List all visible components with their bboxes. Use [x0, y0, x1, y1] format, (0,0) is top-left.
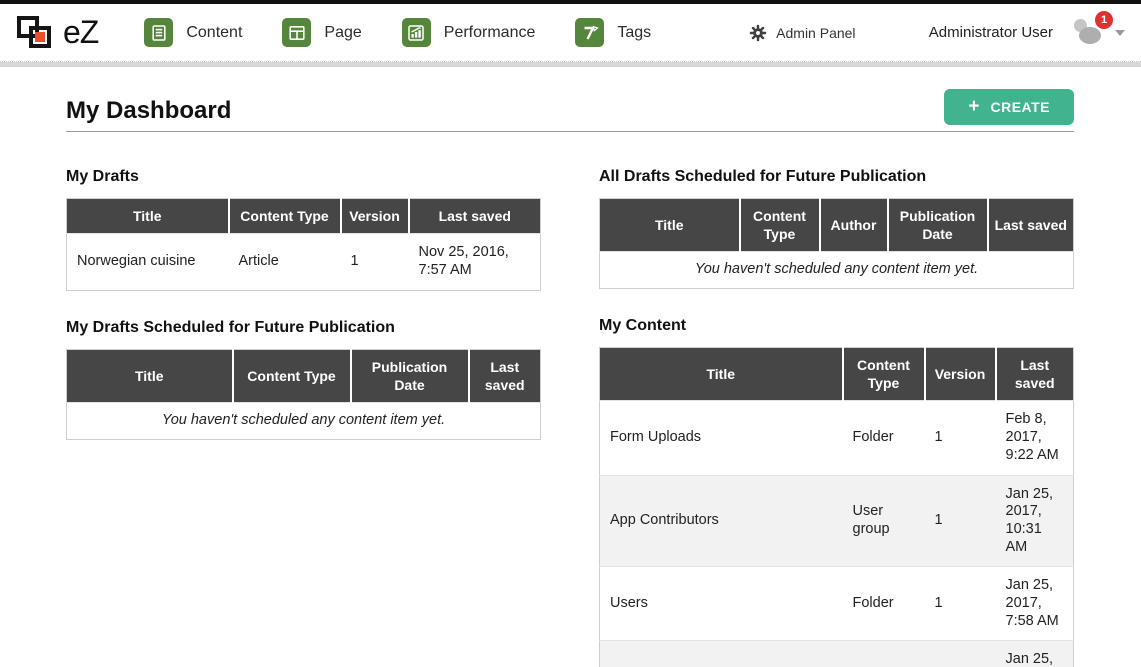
my-content-table: TitleContent TypeVersionLast saved Form … — [599, 347, 1074, 667]
navbar-shadow — [0, 62, 1141, 67]
table-cell: Nov 25, 2016, 7:57 AM — [409, 234, 541, 290]
column-header: Content Type — [740, 199, 820, 252]
empty-state-row: You haven't scheduled any content item y… — [600, 252, 1074, 289]
column-header: Publication Date — [351, 349, 469, 402]
table-row[interactable]: Norwegian cuisineArticle1Nov 25, 2016, 7… — [67, 234, 541, 290]
tags-icon — [575, 18, 604, 47]
column-header: Publication Date — [888, 199, 988, 252]
column-header: Title — [67, 349, 233, 402]
table-row[interactable]: Form UploadsFolder1Feb 8, 2017, 9:22 AM — [600, 401, 1074, 475]
top-navbar: eZ Content Page — [0, 4, 1141, 62]
table-cell: 1 — [925, 401, 996, 475]
notification-badge[interactable]: 1 — [1095, 11, 1113, 29]
table-header-row: TitleContent TypeVersionLast saved — [67, 199, 541, 234]
dashboard-grid: My Drafts TitleContent TypeVersionLast s… — [66, 168, 1074, 667]
nav-item-page[interactable]: Page — [282, 18, 361, 47]
table-row[interactable]: AppFolder1Jan 25, 2017, 7:55 AM — [600, 641, 1074, 667]
column-header: Last saved — [469, 349, 541, 402]
column-header: Title — [600, 199, 740, 252]
table-cell: Jan 25, 2017, 10:31 AM — [996, 475, 1074, 567]
page-title: My Dashboard — [66, 97, 231, 125]
table-cell: Jan 25, 2017, 7:55 AM — [996, 641, 1074, 667]
nav-label-performance: Performance — [444, 24, 536, 42]
plus-icon: + — [968, 100, 979, 114]
user-name: Administrator User — [929, 24, 1053, 41]
admin-panel-button[interactable]: Admin Panel — [749, 24, 855, 42]
gear-icon — [749, 24, 767, 42]
table-cell: 1 — [925, 567, 996, 641]
user-avatar[interactable]: 1 — [1069, 19, 1105, 47]
nav-item-tags[interactable]: Tags — [575, 18, 651, 47]
ez-logo-icon — [16, 14, 54, 52]
left-column: My Drafts TitleContent TypeVersionLast s… — [66, 168, 539, 440]
user-area: Administrator User 1 — [929, 19, 1125, 47]
table-header-row: TitleContent TypeVersionLast saved — [600, 348, 1074, 401]
dashboard-main: My Dashboard + CREATE My Drafts TitleCon… — [0, 89, 1141, 667]
table-cell: Form Uploads — [600, 401, 843, 475]
column-header: Last saved — [988, 199, 1074, 252]
table-row[interactable]: App ContributorsUser group1Jan 25, 2017,… — [600, 475, 1074, 567]
nav-label-page: Page — [324, 24, 361, 42]
column-header: Content Type — [229, 199, 341, 234]
user-menu-caret-icon[interactable] — [1115, 30, 1125, 36]
my-drafts-section: My Drafts TitleContent TypeVersionLast s… — [66, 168, 539, 291]
right-column: All Drafts Scheduled for Future Publicat… — [599, 168, 1073, 667]
table-cell: Feb 8, 2017, 9:22 AM — [996, 401, 1074, 475]
column-header: Content Type — [233, 349, 351, 402]
column-header: Content Type — [843, 348, 925, 401]
table-cell: Norwegian cuisine — [67, 234, 229, 290]
table-cell: 1 — [925, 475, 996, 567]
my-content-section: My Content TitleContent TypeVersionLast … — [599, 317, 1073, 667]
performance-icon — [402, 18, 431, 47]
content-icon — [144, 18, 173, 47]
empty-state-message: You haven't scheduled any content item y… — [67, 402, 541, 439]
create-button[interactable]: + CREATE — [944, 89, 1074, 125]
my-drafts-scheduled-table: TitleContent TypePublication DateLast sa… — [66, 349, 541, 440]
ez-logo[interactable]: eZ — [16, 14, 98, 52]
table-cell: Folder — [843, 641, 925, 667]
main-navigation: Content Page — [144, 18, 691, 47]
column-header: Author — [820, 199, 888, 252]
column-header: Version — [341, 199, 409, 234]
empty-state-row: You haven't scheduled any content item y… — [67, 402, 541, 439]
table-cell: Jan 25, 2017, 7:58 AM — [996, 567, 1074, 641]
table-cell: Users — [600, 567, 843, 641]
all-drafts-scheduled-section: All Drafts Scheduled for Future Publicat… — [599, 168, 1073, 289]
column-header: Title — [600, 348, 843, 401]
my-drafts-table: TitleContent TypeVersionLast saved Norwe… — [66, 198, 541, 291]
section-title-my-drafts: My Drafts — [66, 168, 539, 186]
table-cell: App — [600, 641, 843, 667]
section-title-my-content: My Content — [599, 317, 1073, 335]
table-cell: Folder — [843, 401, 925, 475]
section-title-all-drafts-scheduled: All Drafts Scheduled for Future Publicat… — [599, 168, 1073, 186]
nav-item-performance[interactable]: Performance — [402, 18, 536, 47]
column-header: Version — [925, 348, 996, 401]
table-header-row: TitleContent TypeAuthorPublication DateL… — [600, 199, 1074, 252]
nav-label-tags: Tags — [617, 24, 651, 42]
column-header: Last saved — [996, 348, 1074, 401]
table-cell: 1 — [341, 234, 409, 290]
empty-state-message: You haven't scheduled any content item y… — [600, 252, 1074, 289]
column-header: Title — [67, 199, 229, 234]
table-row[interactable]: UsersFolder1Jan 25, 2017, 7:58 AM — [600, 567, 1074, 641]
nav-label-content: Content — [186, 24, 242, 42]
page-icon — [282, 18, 311, 47]
page-header: My Dashboard + CREATE — [66, 89, 1074, 132]
logo-text: eZ — [63, 14, 98, 51]
table-cell: Folder — [843, 567, 925, 641]
table-cell: Article — [229, 234, 341, 290]
admin-panel-label: Admin Panel — [776, 25, 855, 41]
table-cell: User group — [843, 475, 925, 567]
nav-item-content[interactable]: Content — [144, 18, 242, 47]
table-cell: App Contributors — [600, 475, 843, 567]
table-cell: 1 — [925, 641, 996, 667]
section-title-my-drafts-scheduled: My Drafts Scheduled for Future Publicati… — [66, 319, 539, 337]
all-drafts-scheduled-table: TitleContent TypeAuthorPublication DateL… — [599, 198, 1074, 289]
table-header-row: TitleContent TypePublication DateLast sa… — [67, 349, 541, 402]
my-drafts-scheduled-section: My Drafts Scheduled for Future Publicati… — [66, 319, 539, 440]
column-header: Last saved — [409, 199, 541, 234]
